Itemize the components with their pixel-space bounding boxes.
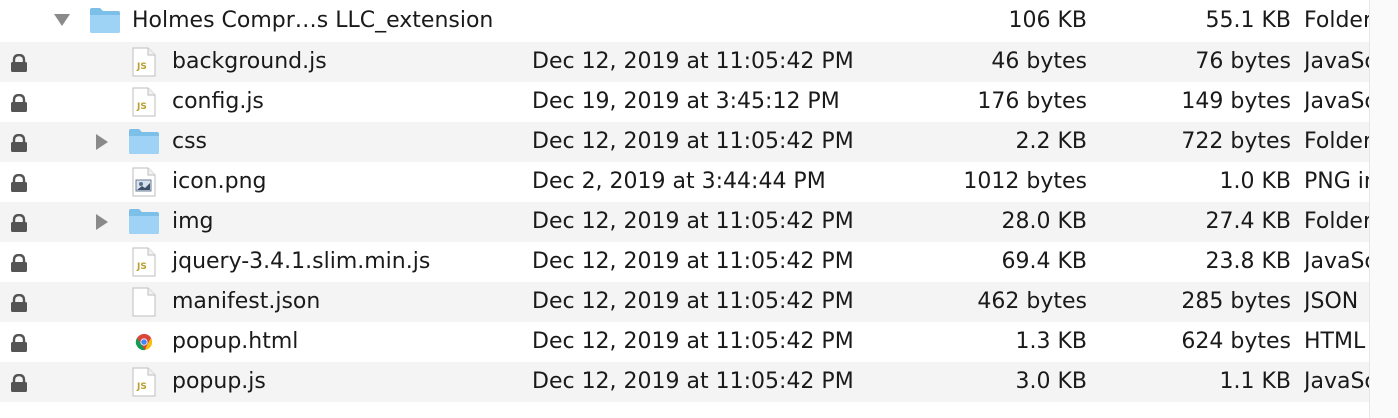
file-kind: PNG image (1304, 169, 1370, 194)
file-date-modified: Dec 19, 2019 at 3:45:12 PM (532, 89, 840, 114)
file-compressed-size: 1.1 KB (1219, 369, 1292, 394)
disclosure-triangle-collapsed-icon[interactable] (92, 202, 112, 242)
file-date-modified: Dec 12, 2019 at 11:05:42 PM (532, 329, 854, 354)
file-size: 1012 bytes (963, 169, 1087, 194)
file-size: 69.4 KB (1001, 249, 1088, 274)
file-row[interactable]: img Dec 12, 2019 at 11:05:42 PM 28.0 KB 27.… (0, 202, 1370, 242)
disclosure-triangle-expanded-icon[interactable] (52, 0, 72, 40)
file-name: manifest.json (172, 289, 321, 314)
file-kind: Folder (1304, 129, 1370, 154)
file-kind: JavaScript (1304, 369, 1370, 394)
js-file-icon: JS (131, 47, 161, 77)
js-file-icon: JS (131, 367, 161, 397)
lock-icon (9, 214, 29, 232)
file-kind: HTML (1304, 329, 1366, 354)
lock-icon (9, 334, 29, 352)
file-date-modified: Dec 2, 2019 at 3:44:44 PM (532, 169, 826, 194)
lock-icon (9, 94, 29, 112)
file-name: config.js (172, 89, 264, 114)
png-file-icon (131, 167, 161, 197)
lock-icon (9, 174, 29, 192)
file-compressed-size: 76 bytes (1195, 49, 1291, 74)
file-name: img (172, 209, 214, 234)
file-compressed-size: 624 bytes (1181, 329, 1291, 354)
file-compressed-size: 1.0 KB (1219, 169, 1292, 194)
json-file-icon (131, 287, 161, 317)
file-date-modified: Dec 12, 2019 at 11:05:42 PM (532, 129, 854, 154)
file-row[interactable]: popup.html Dec 12, 2019 at 11:05:42 PM 1.3… (0, 322, 1370, 362)
svg-text:JS: JS (136, 382, 147, 392)
file-compressed-size: 722 bytes (1181, 129, 1291, 154)
svg-text:JS: JS (136, 102, 147, 112)
file-row[interactable]: manifest.json Dec 12, 2019 at 11:05:42 PM… (0, 282, 1370, 322)
file-kind: JavaScript (1304, 89, 1370, 114)
js-file-icon: JS (131, 247, 161, 277)
folder-icon (128, 207, 159, 237)
folder-name: Holmes Compr…s LLC_extension (132, 8, 494, 33)
disclosure-triangle-collapsed-icon[interactable] (92, 122, 112, 162)
file-name: jquery-3.4.1.slim.min.js (172, 249, 431, 274)
file-name: popup.html (172, 329, 299, 354)
archive-file-browser: Holmes Compr…s LLC_extension 106 KB 55.1… (0, 0, 1398, 418)
folder-icon (89, 6, 120, 36)
lock-icon (9, 134, 29, 152)
file-list: Holmes Compr…s LLC_extension 106 KB 55.1… (0, 0, 1370, 402)
file-size: 462 bytes (977, 289, 1087, 314)
file-date-modified: Dec 12, 2019 at 11:05:42 PM (532, 369, 854, 394)
html-file-icon (131, 327, 161, 357)
file-row[interactable]: JS background.js Dec 12, 2019 at 11:05:42 … (0, 42, 1370, 82)
file-kind: Folder (1304, 209, 1370, 234)
lock-icon (9, 54, 29, 72)
file-size: 46 bytes (991, 49, 1087, 74)
js-file-icon: JS (131, 87, 161, 117)
file-row[interactable]: JS popup.js Dec 12, 2019 at 11:05:42 PM 3.0… (0, 362, 1370, 402)
file-size: 3.0 KB (1015, 369, 1088, 394)
file-size: 1.3 KB (1015, 329, 1088, 354)
svg-text:JS: JS (136, 262, 147, 272)
file-date-modified: Dec 12, 2019 at 11:05:42 PM (532, 249, 854, 274)
folder-compressed-size: 55.1 KB (1205, 8, 1292, 33)
folder-kind: Folder (1304, 8, 1370, 33)
file-date-modified: Dec 12, 2019 at 11:05:42 PM (532, 289, 854, 314)
file-size: 28.0 KB (1001, 209, 1088, 234)
file-size: 2.2 KB (1015, 129, 1088, 154)
svg-text:JS: JS (136, 62, 147, 72)
file-name: popup.js (172, 369, 266, 394)
file-rows: JS background.js Dec 12, 2019 at 11:05:42 … (0, 42, 1370, 402)
file-date-modified: Dec 12, 2019 at 11:05:42 PM (532, 209, 854, 234)
file-kind: JavaScript (1304, 49, 1370, 74)
lock-icon (9, 374, 29, 392)
file-size: 176 bytes (977, 89, 1087, 114)
file-row[interactable]: icon.png Dec 2, 2019 at 3:44:44 PM 1012 by… (0, 162, 1370, 202)
file-date-modified: Dec 12, 2019 at 11:05:42 PM (532, 49, 854, 74)
file-compressed-size: 23.8 KB (1205, 249, 1292, 274)
file-compressed-size: 27.4 KB (1205, 209, 1292, 234)
file-name: css (172, 129, 208, 154)
file-compressed-size: 149 bytes (1181, 89, 1291, 114)
vertical-scrollbar[interactable] (1369, 0, 1398, 418)
file-compressed-size: 285 bytes (1181, 289, 1291, 314)
file-name: background.js (172, 49, 327, 74)
file-kind: JavaScript (1304, 249, 1370, 274)
folder-size: 106 KB (1008, 8, 1087, 33)
file-name: icon.png (172, 169, 267, 194)
file-row[interactable]: JS config.js Dec 19, 2019 at 3:45:12 PM 176… (0, 82, 1370, 122)
file-row[interactable]: css Dec 12, 2019 at 11:05:42 PM 2.2 KB 722 … (0, 122, 1370, 162)
folder-row[interactable]: Holmes Compr…s LLC_extension 106 KB 55.1… (0, 0, 1370, 42)
file-kind: JSON (1304, 289, 1359, 314)
lock-icon (9, 294, 29, 312)
file-row[interactable]: JS jquery-3.4.1.slim.min.js Dec 12, 2019 a… (0, 242, 1370, 282)
folder-icon (128, 127, 159, 157)
lock-icon (9, 254, 29, 272)
